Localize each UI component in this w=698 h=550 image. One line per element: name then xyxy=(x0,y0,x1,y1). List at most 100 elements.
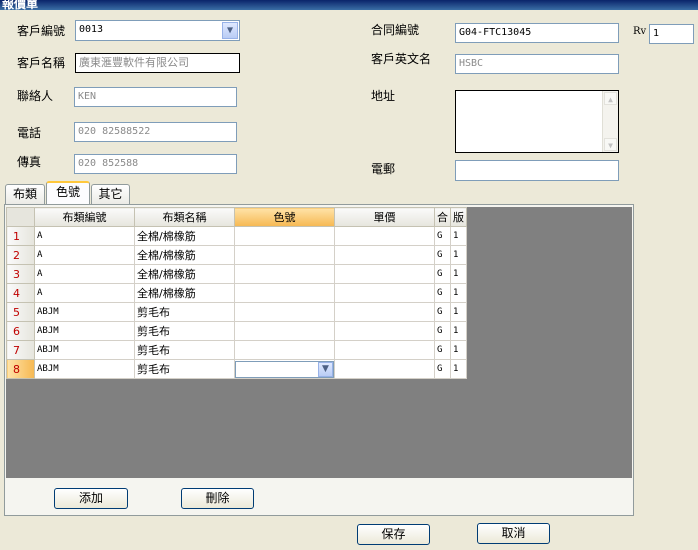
table-row[interactable]: 6 ABJM 剪毛布 G 1 xyxy=(6,321,467,341)
fax-field[interactable]: 020 852588 xyxy=(74,154,237,174)
row-number[interactable]: 8 xyxy=(6,359,35,379)
color-no-select[interactable]: ▼ xyxy=(235,360,334,378)
col-header-he[interactable]: 合 xyxy=(434,207,451,227)
cell-ban[interactable]: 1 xyxy=(450,340,467,360)
rv-field[interactable]: 1 xyxy=(649,24,694,44)
customer-no-label: 客戶編號 xyxy=(17,24,66,38)
row-number[interactable]: 4 xyxy=(6,283,35,303)
contact-field[interactable]: KEN xyxy=(74,87,237,107)
fax-label: 傳真 xyxy=(17,155,42,169)
cell-fabric-name[interactable]: 全棉/棉橡筋 xyxy=(134,264,235,284)
address-textarea[interactable]: ▲ ▼ xyxy=(455,90,619,153)
cell-he[interactable]: G xyxy=(434,226,451,246)
cell-ban[interactable]: 1 xyxy=(450,264,467,284)
table-row[interactable]: 3 A 全棉/棉橡筋 G 1 xyxy=(6,264,467,284)
scroll-up-icon[interactable]: ▲ xyxy=(604,92,617,105)
address-scrollbar[interactable]: ▲ ▼ xyxy=(602,91,618,152)
cell-fabric-code[interactable]: A xyxy=(34,245,135,265)
tab-color[interactable]: 色號 xyxy=(46,181,90,204)
cell-fabric-name[interactable]: 全棉/棉橡筋 xyxy=(134,283,235,303)
table-row[interactable]: 7 ABJM 剪毛布 G 1 xyxy=(6,340,467,360)
tab-fabric[interactable]: 布類 xyxy=(5,184,45,204)
row-number[interactable]: 3 xyxy=(6,264,35,284)
row-number[interactable]: 7 xyxy=(6,340,35,360)
col-header-fabric-name[interactable]: 布類名稱 xyxy=(134,207,235,227)
cell-unit-price[interactable] xyxy=(334,359,435,379)
cell-fabric-code[interactable]: ABJM xyxy=(34,340,135,360)
cell-fabric-code[interactable]: A xyxy=(34,264,135,284)
cell-ban[interactable]: 1 xyxy=(450,302,467,322)
cell-fabric-name[interactable]: 剪毛布 xyxy=(134,321,235,341)
cell-unit-price[interactable] xyxy=(334,283,435,303)
cell-color-no[interactable] xyxy=(234,264,335,284)
table-row[interactable]: 4 A 全棉/棉橡筋 G 1 xyxy=(6,283,467,303)
table-row[interactable]: 8 ABJM 剪毛布 ▼ G 1 xyxy=(6,359,467,379)
cell-ban[interactable]: 1 xyxy=(450,226,467,246)
col-header-unit-price[interactable]: 單價 xyxy=(334,207,435,227)
add-button[interactable]: 添加 xyxy=(54,488,128,509)
cell-unit-price[interactable] xyxy=(334,226,435,246)
cell-fabric-name[interactable]: 全棉/棉橡筋 xyxy=(134,226,235,246)
grid-corner[interactable] xyxy=(6,207,35,227)
cell-ban[interactable]: 1 xyxy=(450,321,467,341)
window-titlebar: 報價單 xyxy=(0,0,698,10)
cell-color-no-editor[interactable]: ▼ xyxy=(234,359,335,379)
cell-color-no[interactable] xyxy=(234,340,335,360)
cell-color-no[interactable] xyxy=(234,226,335,246)
tab-other[interactable]: 其它 xyxy=(91,184,130,204)
cell-he[interactable]: G xyxy=(434,321,451,341)
phone-field[interactable]: 020 82588522 xyxy=(74,122,237,142)
customer-en-field[interactable]: HSBC xyxy=(455,54,619,74)
address-label: 地址 xyxy=(371,89,396,103)
chevron-down-icon[interactable]: ▼ xyxy=(222,22,238,39)
grid-header-row: 布類編號 布類名稱 色號 單價 合 版 xyxy=(6,207,467,227)
table-row[interactable]: 5 ABJM 剪毛布 G 1 xyxy=(6,302,467,322)
cell-unit-price[interactable] xyxy=(334,302,435,322)
cell-ban[interactable]: 1 xyxy=(450,283,467,303)
row-number[interactable]: 6 xyxy=(6,321,35,341)
col-header-fabric-code[interactable]: 布類編號 xyxy=(34,207,135,227)
cell-color-no[interactable] xyxy=(234,245,335,265)
cell-ban[interactable]: 1 xyxy=(450,359,467,379)
col-header-color-no[interactable]: 色號 xyxy=(234,207,335,227)
cell-he[interactable]: G xyxy=(434,340,451,360)
cell-fabric-code[interactable]: ABJM xyxy=(34,321,135,341)
cell-he[interactable]: G xyxy=(434,302,451,322)
cell-he[interactable]: G xyxy=(434,359,451,379)
col-header-ban[interactable]: 版 xyxy=(450,207,467,227)
cell-fabric-name[interactable]: 全棉/棉橡筋 xyxy=(134,245,235,265)
cell-fabric-code[interactable]: ABJM xyxy=(34,359,135,379)
save-button[interactable]: 保存 xyxy=(357,524,430,545)
table-row[interactable]: 1 A 全棉/棉橡筋 G 1 xyxy=(6,226,467,246)
row-number[interactable]: 1 xyxy=(6,226,35,246)
cell-fabric-name[interactable]: 剪毛布 xyxy=(134,340,235,360)
cell-color-no[interactable] xyxy=(234,321,335,341)
cell-ban[interactable]: 1 xyxy=(450,245,467,265)
cell-fabric-name[interactable]: 剪毛布 xyxy=(134,359,235,379)
cell-fabric-code[interactable]: ABJM xyxy=(34,302,135,322)
customer-no-select[interactable]: 0013 ▼ xyxy=(75,20,240,41)
cell-fabric-code[interactable]: A xyxy=(34,226,135,246)
cell-he[interactable]: G xyxy=(434,245,451,265)
cell-unit-price[interactable] xyxy=(334,264,435,284)
cell-color-no[interactable] xyxy=(234,283,335,303)
chevron-down-icon[interactable]: ▼ xyxy=(318,361,333,377)
customer-en-label: 客戶英文名 xyxy=(371,52,432,66)
email-field[interactable] xyxy=(455,160,619,181)
cell-he[interactable]: G xyxy=(434,264,451,284)
delete-button[interactable]: 刪除 xyxy=(181,488,254,509)
cell-unit-price[interactable] xyxy=(334,245,435,265)
contract-no-field[interactable]: G04-FTC13045 xyxy=(455,23,619,43)
cell-unit-price[interactable] xyxy=(334,321,435,341)
cancel-button[interactable]: 取消 xyxy=(477,523,550,544)
cell-fabric-name[interactable]: 剪毛布 xyxy=(134,302,235,322)
customer-name-field[interactable]: 廣東滙豐軟件有限公司 xyxy=(75,53,240,73)
cell-unit-price[interactable] xyxy=(334,340,435,360)
row-number[interactable]: 2 xyxy=(6,245,35,265)
row-number[interactable]: 5 xyxy=(6,302,35,322)
cell-fabric-code[interactable]: A xyxy=(34,283,135,303)
cell-color-no[interactable] xyxy=(234,302,335,322)
cell-he[interactable]: G xyxy=(434,283,451,303)
scroll-down-icon[interactable]: ▼ xyxy=(604,138,617,151)
table-row[interactable]: 2 A 全棉/棉橡筋 G 1 xyxy=(6,245,467,265)
